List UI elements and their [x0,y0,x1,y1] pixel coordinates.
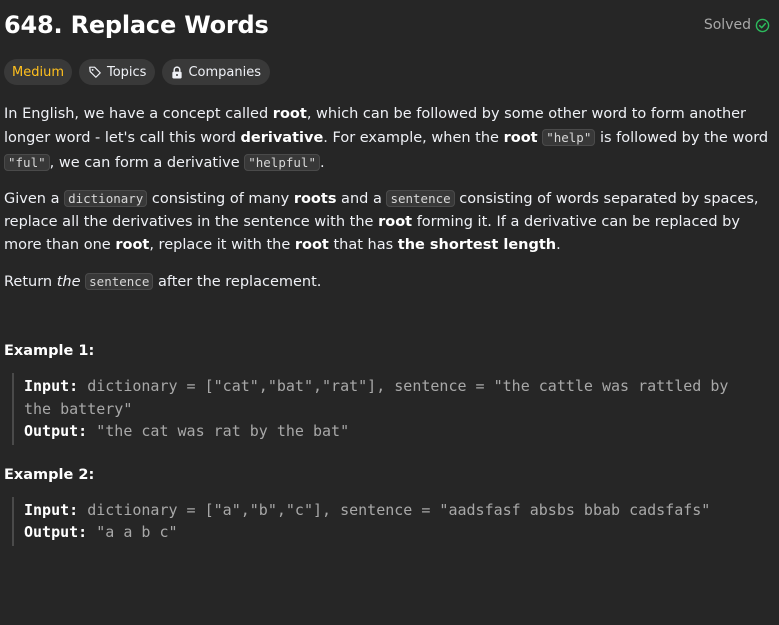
text: In English, we have a concept called [4,106,273,122]
example-2-output: Output: "a a b c" [24,521,764,544]
bold-text: root [294,237,329,254]
text: . [556,237,561,254]
example-2-title: Example 2: [4,466,95,483]
example-1-title: Example 1: [4,343,95,360]
example-1-input: Input: dictionary = ["cat","bat","rat"],… [24,375,764,420]
inline-code: dictionary [64,189,148,207]
bold-text: root [272,106,307,122]
companies-button[interactable]: Companies [162,59,271,85]
inline-code: "helpful" [244,153,320,171]
text: Given a [4,190,65,207]
tag-icon [89,66,101,78]
solved-label: Solved [703,17,751,33]
topics-button[interactable]: Topics [78,59,156,85]
text: , we can form a derivative [49,154,245,171]
input-value: dictionary = ["cat","bat","rat"], senten… [24,377,729,418]
input-label: Input: [24,500,79,519]
text: after the replacement. [153,273,322,290]
output-value: "the cat was rat by the bat" [87,422,350,441]
text: . For example, when the [323,130,504,147]
text: that has [328,237,398,254]
description-paragraph-1: In English, we have a concept called roo… [4,103,769,175]
check-circle-icon [755,18,770,32]
problem-description: 648. Replace Words Solved Medium Topics … [0,0,772,546]
text: , replace it with the [149,237,295,254]
text: consisting of many [147,190,294,207]
difficulty-badge: Medium [4,59,72,85]
description-paragraph-3: Return the sentence after the replacemen… [4,270,769,294]
text: Return [4,273,57,290]
example-2-input: Input: dictionary = ["a","b","c"], sente… [24,499,764,522]
example-1-output: Output: "the cat was rat by the bat" [24,420,764,443]
input-value: dictionary = ["a","b","c"], sentence = "… [78,500,711,519]
text: and a [336,190,387,207]
inline-code: "ful" [4,153,50,171]
inline-code: sentence [85,272,154,290]
bold-text: the shortest length [397,237,557,254]
bold-text: root [115,237,150,254]
bold-text: root [378,214,413,231]
companies-label: Companies [188,64,262,80]
bold-text: derivative [240,130,324,147]
text: . [319,154,325,171]
input-label: Input: [24,377,79,396]
description-paragraph-2: Given a dictionary consisting of many ro… [4,187,769,258]
solved-status: Solved [704,17,770,33]
bold-text: roots [293,190,337,207]
problem-title[interactable]: 648. Replace Words [4,11,269,39]
inline-code: sentence [386,189,455,207]
bold-text: root [503,130,538,147]
tag-row: Medium Topics Companies [4,59,772,85]
italic-text: the [56,273,81,290]
output-value: "a a b c" [87,523,178,542]
lock-icon [172,65,183,79]
text: is followed by the word [595,130,769,147]
example-2-block: Input: dictionary = ["a","b","c"], sente… [12,496,764,546]
inline-code: "help" [542,129,596,147]
topics-label: Topics [106,64,147,80]
example-1-block: Input: dictionary = ["cat","bat","rat"],… [12,373,764,445]
output-label: Output: [24,523,88,542]
output-label: Output: [24,422,88,441]
problem-header: 648. Replace Words Solved [4,8,772,42]
